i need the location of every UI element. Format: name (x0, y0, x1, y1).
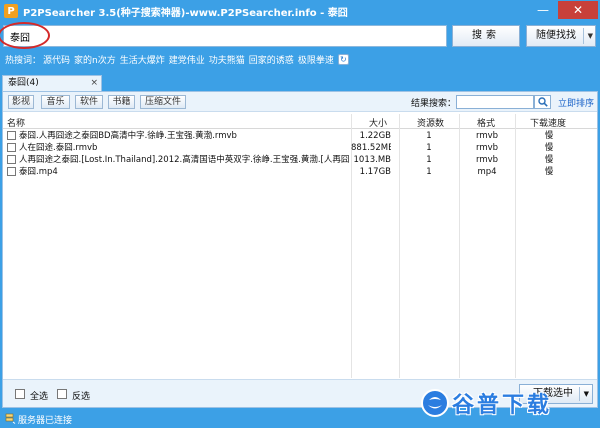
random-search-label: 随便找找 (536, 30, 576, 41)
search-button[interactable]: 搜索 (452, 25, 520, 47)
status-text: 服务器已连接 (18, 416, 73, 426)
tab-strip: 泰囧(4) × (0, 73, 600, 91)
window-title: P2PSearcher 3.5(种子搜索神器)-www.P2PSearcher.… (23, 7, 348, 19)
cell-name: 人在囧途.泰囧.rmvb (19, 143, 98, 153)
title-bar: P P2PSearcher 3.5(种子搜索神器)-www.P2PSearche… (0, 0, 600, 22)
select-all-label[interactable]: 全选 (30, 389, 48, 402)
window-controls: — ✕ (528, 1, 598, 19)
hot-keyword[interactable]: 家的n次方 (74, 53, 116, 66)
results-panel: 影视 音乐 软件 书籍 压缩文件 结果搜索： 立即排序 名称 大小 资源数 格式… (2, 91, 598, 408)
tab-label: 泰囧(4) (8, 78, 39, 88)
divider (583, 28, 584, 44)
cell-format: mp4 (477, 167, 497, 177)
hot-keyword[interactable]: 源代码 (43, 53, 70, 66)
chevron-down-icon[interactable]: ▼ (584, 385, 589, 403)
column-header-format[interactable]: 格式 (477, 116, 495, 129)
random-search-button[interactable]: 随便找找 ▼ (526, 25, 596, 47)
cell-speed: 慢 (544, 167, 554, 177)
watermark: 谷普下载 (420, 387, 552, 419)
cell-speed: 慢 (544, 131, 554, 141)
row-checkbox[interactable] (7, 155, 16, 164)
table-row[interactable]: 泰囧.人再囧途之泰囧BD高清中字.徐峥.王宝强.黄渤.rmvb 1.22GB 1… (3, 130, 597, 142)
row-checkbox[interactable] (7, 143, 16, 152)
cell-name: 泰囧.人再囧途之泰囧BD高清中字.徐峥.王宝强.黄渤.rmvb (19, 131, 237, 141)
hot-keyword[interactable]: 建党伟业 (169, 53, 205, 66)
search-input[interactable] (3, 25, 447, 47)
divider (579, 387, 580, 401)
result-search-label: 结果搜索： (411, 99, 457, 109)
hot-keyword[interactable]: 回家的诱惑 (249, 53, 294, 66)
cell-format: rmvb (475, 143, 499, 153)
table-header: 名称 大小 资源数 格式 下载速度 (3, 114, 597, 129)
row-checkbox[interactable] (7, 167, 16, 176)
cell-speed: 慢 (544, 155, 554, 165)
column-header-speed[interactable]: 下载速度 (530, 116, 566, 129)
cell-format: rmvb (475, 155, 499, 165)
cell-speed: 慢 (544, 143, 554, 153)
invert-selection-label[interactable]: 反选 (72, 389, 90, 402)
hot-keyword[interactable]: 极限拳速 (298, 53, 334, 66)
filter-button-music[interactable]: 音乐 (41, 95, 70, 109)
hot-keyword[interactable]: 生活大爆炸 (120, 53, 165, 66)
filter-button-archives[interactable]: 压缩文件 (140, 95, 186, 109)
column-header-name[interactable]: 名称 (7, 116, 25, 129)
cell-size: 1013.MB (353, 155, 392, 165)
search-bar: 搜索 随便找找 ▼ (0, 22, 600, 50)
cell-format: rmvb (475, 131, 499, 141)
sort-now-link[interactable]: 立即排序 (558, 96, 594, 109)
search-icon[interactable] (534, 95, 551, 109)
cell-name: 人再囧途之泰囧.[Lost.In.Thailand].2012.高清国语中英双字… (19, 155, 349, 165)
tab-results[interactable]: 泰囧(4) × (2, 75, 102, 91)
hot-keywords-label: 热搜词： (5, 55, 42, 66)
cell-sources: 1 (426, 131, 432, 141)
cell-name: 泰囧.mp4 (19, 167, 58, 177)
invert-selection-checkbox[interactable] (57, 389, 67, 399)
cell-sources: 1 (426, 155, 432, 165)
result-search-input[interactable] (456, 95, 534, 109)
filter-button-video[interactable]: 影视 (8, 95, 34, 109)
chevron-down-icon[interactable]: ▼ (588, 26, 593, 46)
cell-size: 1.22GB (359, 131, 391, 141)
server-connected-icon (5, 413, 16, 424)
cell-sources: 1 (426, 167, 432, 177)
cell-size: 881.52MB (351, 143, 391, 153)
minimize-button[interactable]: — (528, 1, 558, 19)
hot-keyword[interactable]: 功夫熊猫 (209, 53, 245, 66)
watermark-logo-icon (421, 389, 449, 417)
table-row[interactable]: 人再囧途之泰囧.[Lost.In.Thailand].2012.高清国语中英双字… (3, 154, 597, 166)
filter-button-books[interactable]: 书籍 (108, 95, 135, 109)
column-header-size[interactable]: 大小 (369, 116, 387, 129)
filter-button-software[interactable]: 软件 (75, 95, 103, 109)
watermark-text: 谷普下载 (452, 393, 553, 418)
table-row[interactable]: 泰囧.mp4 1.17GB 1 mp4 慢 (3, 166, 597, 178)
cell-size: 1.17GB (359, 167, 391, 177)
select-all-checkbox[interactable] (15, 389, 25, 399)
cell-sources: 1 (426, 143, 432, 153)
filter-toolbar: 影视 音乐 软件 书籍 压缩文件 结果搜索： 立即排序 (3, 92, 597, 112)
table-row[interactable]: 人在囧途.泰囧.rmvb 881.52MB 1 rmvb 慢 (3, 142, 597, 154)
row-checkbox[interactable] (7, 131, 16, 140)
refresh-icon[interactable]: ↻ (337, 53, 349, 65)
column-header-sources[interactable]: 资源数 (417, 116, 444, 129)
hot-keywords-bar: 热搜词： 源代码 家的n次方 生活大爆炸 建党伟业 功夫熊猫 回家的诱惑 极限拳… (0, 50, 600, 68)
close-button[interactable]: ✕ (558, 1, 598, 19)
close-icon[interactable]: × (90, 76, 98, 90)
app-logo-icon: P (4, 4, 18, 18)
